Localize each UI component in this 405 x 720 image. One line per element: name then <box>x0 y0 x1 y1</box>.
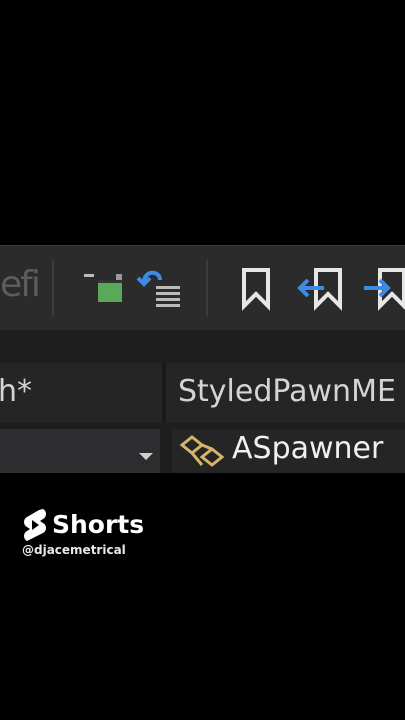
uncomment-lines-icon <box>136 270 180 307</box>
toolbar-faded-button[interactable]: efi <box>0 264 41 305</box>
class-icon <box>179 435 225 467</box>
ide-window: efi h* StyledPawnME ASpawner <box>0 245 405 473</box>
toolbar: efi <box>0 245 405 330</box>
previous-bookmark-icon <box>297 268 342 311</box>
next-bookmark-icon <box>364 268 405 311</box>
project-dropdown[interactable] <box>0 429 160 473</box>
document-tab-bar: h* StyledPawnME <box>0 363 405 423</box>
navigation-bar: ASpawner <box>0 429 405 473</box>
bookmark-icon <box>242 268 270 311</box>
comment-lines-button[interactable] <box>80 260 128 316</box>
class-dropdown[interactable]: ASpawner <box>172 429 405 473</box>
class-name: ASpawner <box>232 431 384 466</box>
previous-bookmark-button[interactable] <box>296 260 344 316</box>
tab-modified-file[interactable]: h* <box>0 363 158 423</box>
next-bookmark-button[interactable] <box>360 260 405 316</box>
bookmark-button[interactable] <box>232 260 280 316</box>
tab-divider <box>162 363 166 423</box>
uncomment-lines-button[interactable] <box>136 260 184 316</box>
tab-styledpawnme[interactable]: StyledPawnME <box>178 363 405 423</box>
shorts-label: Shorts <box>52 510 145 539</box>
toolbar-separator <box>206 260 208 316</box>
comment-lines-icon <box>84 274 122 302</box>
toolbar-separator <box>52 260 54 316</box>
chevron-down-icon <box>139 453 153 460</box>
channel-handle[interactable]: @djacemetrical <box>22 543 126 557</box>
shorts-icon <box>24 509 46 541</box>
